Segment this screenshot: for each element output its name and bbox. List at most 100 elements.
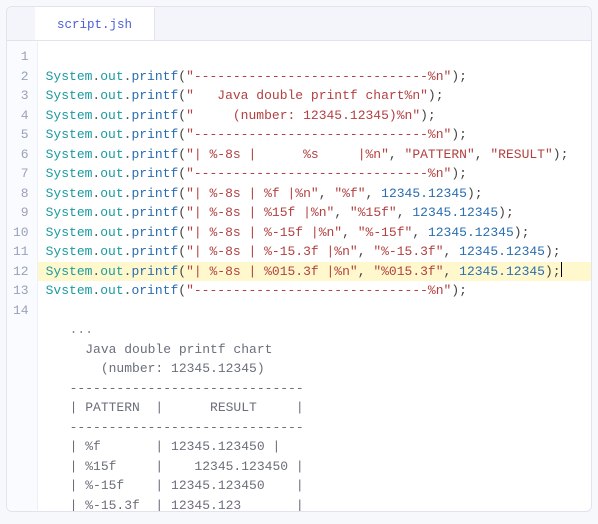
method-call: printf	[131, 225, 178, 240]
string-literal: "------------------------------%n"	[186, 127, 451, 142]
string-literal: "| %-8s | %-15.3f |%n"	[186, 244, 358, 259]
output-text: ------------------------------	[46, 381, 304, 396]
code-line: System.out.printf("| %-8s | %015.3f |%n"…	[38, 262, 591, 282]
output-line: | %15f | 12345.123450 |	[38, 457, 591, 477]
string-literal: "| %-8s | %f |%n"	[186, 186, 319, 201]
identifier: out	[100, 186, 123, 201]
identifier: System	[46, 108, 93, 123]
line-number: 14	[13, 301, 29, 321]
number-literal: 12345.12345	[381, 186, 467, 201]
method-call: printf	[131, 244, 178, 259]
line-number: 9	[13, 203, 29, 223]
output-text: Java double printf chart	[46, 342, 273, 357]
identifier: out	[100, 166, 123, 181]
identifier: out	[100, 108, 123, 123]
string-literal: "| %-8s | %15f |%n"	[186, 205, 334, 220]
output-text: | %-15.3f | 12345.123 |	[46, 498, 304, 512]
line-number: 8	[13, 184, 29, 204]
identifier: System	[46, 264, 93, 279]
identifier: System	[46, 127, 93, 142]
method-call: printf	[131, 127, 178, 142]
identifier: System	[46, 166, 93, 181]
code-line: Svstem.out.orintf("---------------------…	[38, 281, 591, 301]
line-number: 13	[13, 281, 29, 301]
ellipsis-line: ...	[38, 320, 591, 340]
string-literal: "| %-8s | %015.3f |%n"	[186, 264, 358, 279]
string-literal: "%-15f"	[358, 225, 413, 240]
output-text: | %f | 12345.123450 |	[46, 439, 281, 454]
text-caret	[561, 262, 562, 277]
code-line: System.out.printf("---------------------…	[38, 67, 591, 87]
identifier: Svstem	[46, 283, 93, 298]
string-literal: " (number: 12345.12345)%n"	[186, 108, 420, 123]
code-line: System.out.printf("| %-8s | %s |%n", "PA…	[38, 145, 591, 165]
identifier: System	[46, 205, 93, 220]
number-literal: 12345.12345	[459, 264, 545, 279]
output-line: ------------------------------	[38, 379, 591, 399]
code-line: System.out.printf(" Java double printf c…	[38, 86, 591, 106]
ellipsis: ...	[46, 322, 93, 337]
number-literal: 12345.12345	[428, 225, 514, 240]
line-number-gutter: 1234567891011121314	[7, 41, 38, 511]
method-call: orintf	[131, 283, 178, 298]
line-number: 4	[13, 106, 29, 126]
output-line: | %-15.3f | 12345.123 |	[38, 496, 591, 512]
line-number: 2	[13, 67, 29, 87]
number-literal: 12345.12345	[412, 205, 498, 220]
string-literal: "------------------------------%n"	[186, 166, 451, 181]
tab-label: script.jsh	[57, 18, 132, 32]
identifier: System	[46, 225, 93, 240]
method-call: printf	[131, 186, 178, 201]
identifier: System	[46, 88, 93, 103]
line-number: 11	[13, 242, 29, 262]
string-literal: "------------------------------%n"	[186, 69, 451, 84]
output-line: Java double printf chart	[38, 340, 591, 360]
output-line: | %-15f | 12345.123450 |	[38, 476, 591, 496]
identifier: out	[100, 283, 123, 298]
output-text: | %15f | 12345.123450 |	[46, 459, 304, 474]
tab-bar: script.jsh	[7, 7, 591, 41]
method-call: printf	[131, 147, 178, 162]
identifier: out	[100, 88, 123, 103]
identifier: out	[100, 205, 123, 220]
output-text: ------------------------------	[46, 420, 304, 435]
tab-script[interactable]: script.jsh	[35, 7, 155, 40]
string-literal: "%15f"	[350, 205, 397, 220]
line-number: 10	[13, 223, 29, 243]
identifier: out	[100, 264, 123, 279]
output-text: | PATTERN | RESULT |	[46, 400, 304, 415]
string-literal: "%f"	[334, 186, 365, 201]
string-literal: " Java double printf chart%n"	[186, 88, 428, 103]
identifier: System	[46, 244, 93, 259]
string-literal: "PATTERN"	[405, 147, 475, 162]
output-line: | %f | 12345.123450 |	[38, 437, 591, 457]
identifier: out	[100, 244, 123, 259]
method-call: printf	[131, 108, 178, 123]
string-literal: "| %-8s | %-15f |%n"	[186, 225, 342, 240]
code-line: System.out.printf("---------------------…	[38, 125, 591, 145]
code-editor: script.jsh 1234567891011121314 System.ou…	[6, 6, 592, 512]
method-call: printf	[131, 166, 178, 181]
string-literal: "------------------------------%n"	[186, 283, 451, 298]
line-number: 12	[13, 262, 29, 282]
output-line: ------------------------------	[38, 418, 591, 438]
identifier: out	[100, 225, 123, 240]
line-number: 6	[13, 145, 29, 165]
output-line: | PATTERN | RESULT |	[38, 398, 591, 418]
code-lines: System.out.printf("---------------------…	[38, 41, 591, 511]
identifier: System	[46, 147, 93, 162]
identifier: out	[100, 69, 123, 84]
code-area[interactable]: 1234567891011121314 System.out.printf("-…	[7, 41, 591, 511]
string-literal: "RESULT"	[490, 147, 552, 162]
code-line: System.out.printf("| %-8s | %f |%n", "%f…	[38, 184, 591, 204]
code-line: System.out.printf("---------------------…	[38, 164, 591, 184]
method-call: printf	[131, 69, 178, 84]
string-literal: "%015.3f"	[373, 264, 443, 279]
method-call: printf	[131, 264, 178, 279]
identifier: System	[46, 186, 93, 201]
output-text: (number: 12345.12345)	[46, 361, 265, 376]
identifier: out	[100, 147, 123, 162]
code-line: System.out.printf("| %-8s | %-15.3f |%n"…	[38, 242, 591, 262]
code-line: System.out.printf("| %-8s | %15f |%n", "…	[38, 203, 591, 223]
string-literal: "%-15.3f"	[373, 244, 443, 259]
